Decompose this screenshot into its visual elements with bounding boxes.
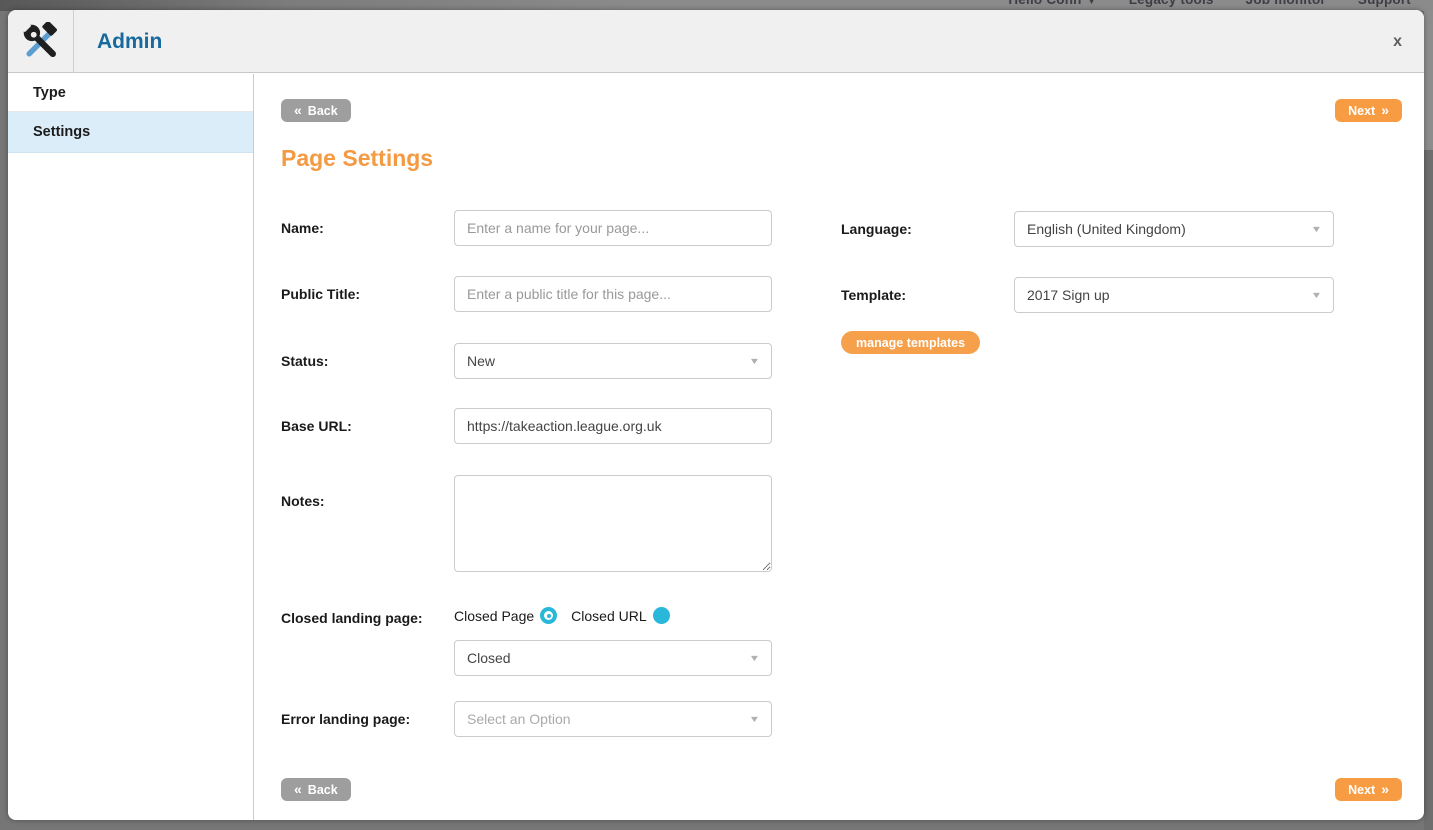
base-url-label: Base URL: bbox=[281, 418, 352, 434]
admin-tools-icon bbox=[8, 10, 74, 73]
closed-page-option-label: Closed Page bbox=[454, 608, 534, 624]
template-select[interactable]: 2017 Sign up ▼ bbox=[1014, 277, 1334, 313]
base-url-input[interactable] bbox=[454, 408, 772, 444]
next-button-bottom[interactable]: Next » bbox=[1335, 778, 1402, 801]
chevron-down-icon: ▼ bbox=[1311, 224, 1323, 234]
closed-landing-radio-group: Closed Page Closed URL bbox=[454, 607, 670, 624]
sidebar-item-type[interactable]: Type bbox=[8, 74, 253, 112]
double-chevron-right-icon: » bbox=[1381, 782, 1389, 796]
page-scrollbar-thumb[interactable] bbox=[1424, 150, 1433, 830]
public-title-input[interactable] bbox=[454, 276, 772, 312]
chevron-down-icon: ▼ bbox=[1087, 0, 1097, 7]
template-label: Template: bbox=[841, 287, 906, 303]
manage-templates-button[interactable]: manage templates bbox=[841, 331, 980, 354]
closed-page-select[interactable]: Closed ▼ bbox=[454, 640, 772, 676]
closed-url-radio[interactable] bbox=[653, 607, 670, 624]
admin-modal: Admin x Type Settings « Back Next » Page… bbox=[8, 10, 1424, 820]
name-input[interactable] bbox=[454, 210, 772, 246]
modal-title: Admin bbox=[97, 10, 162, 73]
settings-panel: « Back Next » Page Settings Name: Public… bbox=[255, 74, 1424, 820]
double-chevron-right-icon: » bbox=[1381, 103, 1389, 117]
name-label: Name: bbox=[281, 220, 324, 236]
back-button-top[interactable]: « Back bbox=[281, 99, 351, 122]
public-title-label: Public Title: bbox=[281, 286, 360, 302]
closed-page-radio[interactable] bbox=[540, 607, 557, 624]
sidebar-item-label: Type bbox=[33, 85, 66, 101]
chevron-down-icon: ▼ bbox=[1311, 290, 1323, 300]
sidebar: Type Settings bbox=[8, 74, 254, 820]
notes-label: Notes: bbox=[281, 493, 325, 509]
closed-landing-label: Closed landing page: bbox=[281, 610, 423, 626]
status-label: Status: bbox=[281, 353, 328, 369]
close-icon[interactable]: x bbox=[1393, 10, 1402, 73]
language-select[interactable]: English (United Kingdom) ▼ bbox=[1014, 211, 1334, 247]
language-label: Language: bbox=[841, 221, 912, 237]
sidebar-item-label: Settings bbox=[33, 124, 90, 140]
notes-textarea[interactable] bbox=[454, 475, 772, 572]
chevron-down-icon: ▼ bbox=[749, 653, 761, 663]
error-landing-select[interactable]: Select an Option ▼ bbox=[454, 701, 772, 737]
back-button-bottom[interactable]: « Back bbox=[281, 778, 351, 801]
double-chevron-left-icon: « bbox=[294, 782, 302, 796]
status-select[interactable]: New ▼ bbox=[454, 343, 772, 379]
error-landing-label: Error landing page: bbox=[281, 711, 410, 727]
chevron-down-icon: ▼ bbox=[749, 356, 761, 366]
modal-header: Admin x bbox=[8, 10, 1424, 73]
double-chevron-left-icon: « bbox=[294, 103, 302, 117]
sidebar-item-settings[interactable]: Settings bbox=[8, 112, 253, 153]
chevron-down-icon: ▼ bbox=[749, 714, 761, 724]
next-button-top[interactable]: Next » bbox=[1335, 99, 1402, 122]
page-scrollbar-track[interactable] bbox=[1424, 0, 1433, 830]
page-title: Page Settings bbox=[281, 145, 433, 172]
closed-url-option-label: Closed URL bbox=[571, 608, 646, 624]
